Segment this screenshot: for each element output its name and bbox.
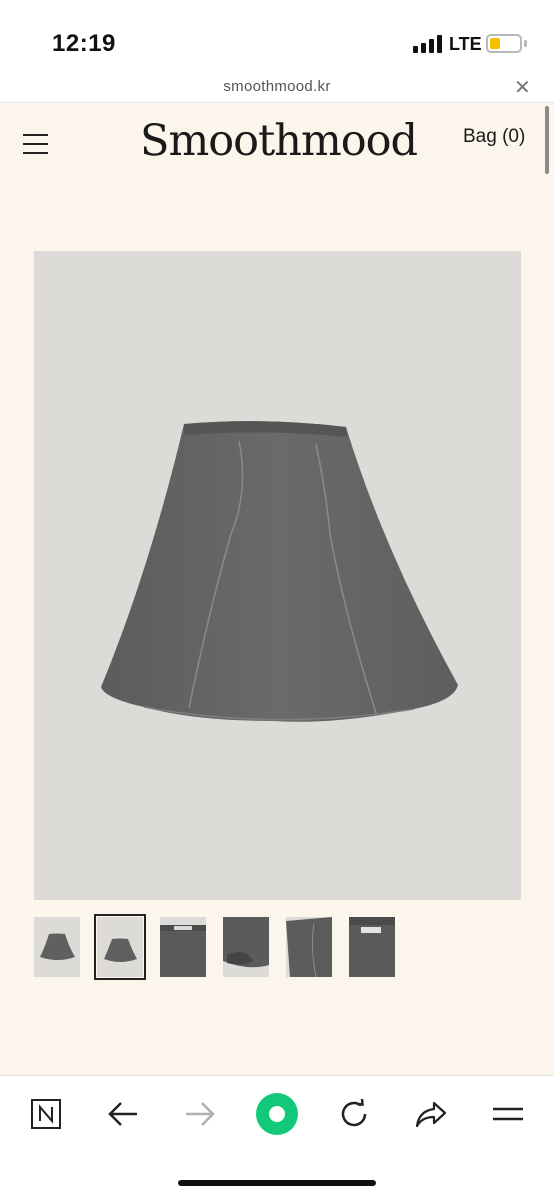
site-logo[interactable]: Smoothmood bbox=[140, 116, 418, 166]
refresh-icon[interactable] bbox=[332, 1092, 376, 1136]
skirt-waistband-detail-thumbnail[interactable] bbox=[160, 917, 206, 977]
close-icon[interactable]: ✕ bbox=[514, 75, 531, 100]
skirt-front-thumbnail[interactable] bbox=[34, 917, 80, 977]
product-main-image[interactable] bbox=[34, 251, 521, 900]
skirt-front-thumbnail-image bbox=[40, 933, 75, 960]
status-time: 12:19 bbox=[52, 30, 116, 57]
battery-cap bbox=[524, 40, 527, 47]
green-circle-icon[interactable] bbox=[255, 1092, 299, 1136]
share-icon[interactable] bbox=[409, 1092, 453, 1136]
skirt-hem-detail-thumbnail[interactable] bbox=[223, 917, 269, 977]
page-scrollbar[interactable] bbox=[545, 106, 549, 174]
skirt-seam-detail-thumbnail[interactable] bbox=[286, 917, 332, 977]
signal-strength-icon bbox=[413, 35, 443, 53]
site-header: Smoothmood Bag (0) bbox=[0, 104, 554, 184]
skirt-seam-detail-image bbox=[286, 917, 332, 977]
skirt-hem-detail-image bbox=[223, 917, 269, 968]
home-indicator[interactable] bbox=[178, 1180, 376, 1186]
skirt-front-alt-thumbnail-image bbox=[104, 938, 137, 962]
network-type: LTE bbox=[449, 34, 482, 54]
battery-fill bbox=[490, 38, 500, 49]
hamburger-menu-icon[interactable] bbox=[23, 134, 48, 154]
url-bar[interactable]: smoothmood.kr ✕ bbox=[0, 70, 554, 103]
naver-home-icon[interactable] bbox=[24, 1092, 68, 1136]
skirt-label-detail-thumbnail[interactable] bbox=[349, 917, 395, 977]
skirt-label-detail-image bbox=[349, 917, 395, 977]
forward-arrow-icon[interactable] bbox=[178, 1092, 222, 1136]
grey-skirt-illustration bbox=[101, 421, 458, 722]
skirt-front-alt-thumbnail[interactable] bbox=[94, 914, 146, 980]
url-text[interactable]: smoothmood.kr bbox=[0, 78, 554, 95]
bag-link[interactable]: Bag (0) bbox=[463, 126, 525, 148]
battery-icon bbox=[486, 34, 522, 53]
back-arrow-icon[interactable] bbox=[101, 1092, 145, 1136]
status-bar: 12:19 LTE bbox=[0, 0, 554, 70]
skirt-waistband-detail-image bbox=[160, 925, 206, 977]
menu-icon[interactable] bbox=[486, 1092, 530, 1136]
